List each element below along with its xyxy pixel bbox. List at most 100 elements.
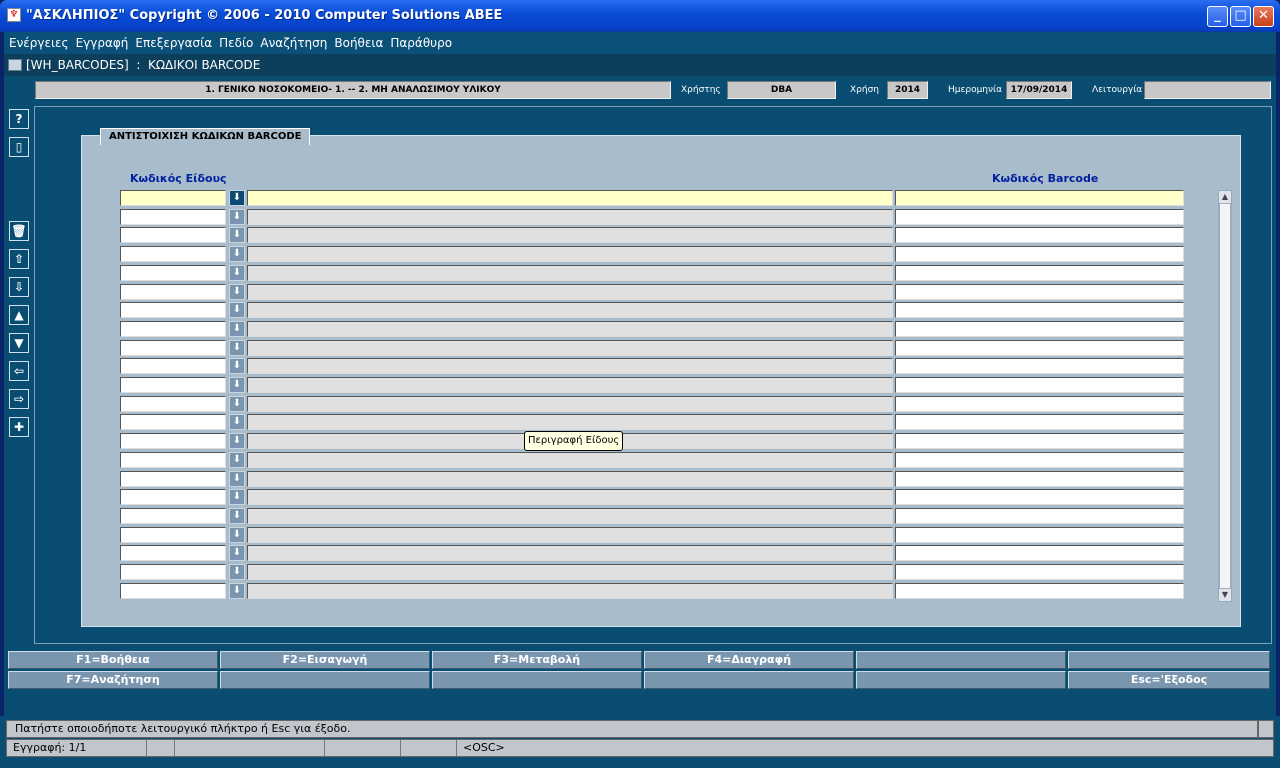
- item-code-input[interactable]: [120, 264, 226, 281]
- item-code-input[interactable]: [120, 451, 226, 468]
- first-record-icon[interactable]: ⇧: [9, 249, 29, 269]
- vertical-scrollbar[interactable]: ▲ ▼: [1218, 190, 1232, 602]
- lov-arrow-icon[interactable]: ⬇: [229, 227, 245, 244]
- item-code-input[interactable]: [120, 377, 226, 393]
- lov-arrow-icon[interactable]: ⬇: [229, 433, 245, 450]
- barcode-input[interactable]: [895, 358, 1184, 375]
- help-icon[interactable]: ?: [9, 109, 29, 129]
- barcode-input[interactable]: [895, 227, 1184, 244]
- item-description-field[interactable]: [247, 246, 893, 263]
- title-bar[interactable]: ♆ "ΑΣΚΛΗΠΙΟΣ" Copyright © 2006 - 2010 Co…: [0, 0, 1280, 32]
- item-code-input[interactable]: [120, 545, 226, 562]
- lov-arrow-icon[interactable]: ⬇: [229, 470, 245, 487]
- scroll-thumb[interactable]: [1219, 203, 1231, 589]
- item-description-field[interactable]: [247, 414, 893, 431]
- barcode-input[interactable]: [895, 564, 1184, 580]
- menu-help[interactable]: Βοήθεια: [332, 32, 385, 54]
- item-code-input[interactable]: [120, 283, 226, 300]
- item-description-field[interactable]: [247, 264, 893, 281]
- barcode-input[interactable]: [895, 526, 1184, 543]
- lov-arrow-icon[interactable]: ⬇: [229, 190, 245, 206]
- item-code-input[interactable]: [120, 208, 226, 225]
- barcode-input[interactable]: [895, 395, 1184, 412]
- close-button[interactable]: ✕: [1253, 6, 1274, 27]
- menu-field[interactable]: Πεδίο: [217, 32, 255, 54]
- maximize-button[interactable]: □: [1230, 6, 1251, 27]
- minimize-button[interactable]: _: [1207, 6, 1228, 27]
- item-description-field[interactable]: [247, 507, 893, 524]
- item-code-input[interactable]: [120, 320, 226, 337]
- function-key-empty-6[interactable]: [856, 671, 1066, 689]
- barcode-input[interactable]: [895, 339, 1184, 356]
- f1-help-button[interactable]: F1=Βοήθεια: [8, 651, 218, 669]
- item-code-input[interactable]: [120, 470, 226, 487]
- lov-arrow-icon[interactable]: ⬇: [229, 283, 245, 300]
- barcode-input[interactable]: [895, 302, 1184, 319]
- info-icon[interactable]: ▯: [9, 137, 29, 157]
- barcode-input[interactable]: [895, 246, 1184, 263]
- item-description-field[interactable]: [247, 283, 893, 300]
- item-description-field[interactable]: [247, 208, 893, 225]
- item-code-input[interactable]: [120, 526, 226, 543]
- item-description-field[interactable]: [247, 302, 893, 319]
- item-code-input[interactable]: [120, 433, 226, 450]
- menu-edit[interactable]: Επεξεργασία: [133, 32, 214, 54]
- item-description-field[interactable]: [247, 470, 893, 487]
- lov-arrow-icon[interactable]: ⬇: [229, 320, 245, 337]
- barcode-input[interactable]: [895, 489, 1184, 506]
- barcode-input[interactable]: [895, 190, 1184, 206]
- barcode-input[interactable]: [895, 507, 1184, 524]
- insert-icon[interactable]: ✚: [9, 417, 29, 437]
- item-code-input[interactable]: [120, 489, 226, 506]
- barcode-input[interactable]: [895, 545, 1184, 562]
- item-description-field[interactable]: [247, 358, 893, 375]
- esc-exit-button[interactable]: Esc='Εξοδος: [1068, 671, 1270, 689]
- item-code-input[interactable]: [120, 582, 226, 599]
- lov-arrow-icon[interactable]: ⬇: [229, 395, 245, 412]
- lov-arrow-icon[interactable]: ⬇: [229, 414, 245, 431]
- item-description-field[interactable]: [247, 320, 893, 337]
- delete-icon[interactable]: 🗑: [9, 221, 29, 241]
- item-description-field[interactable]: [247, 564, 893, 580]
- item-code-input[interactable]: [120, 190, 226, 206]
- item-code-input[interactable]: [120, 302, 226, 319]
- item-description-field[interactable]: [247, 395, 893, 412]
- item-description-field[interactable]: [247, 227, 893, 244]
- previous-record-icon[interactable]: ▲: [9, 305, 29, 325]
- barcode-input[interactable]: [895, 433, 1184, 450]
- item-description-field[interactable]: [247, 582, 893, 599]
- lov-arrow-icon[interactable]: ⬇: [229, 451, 245, 468]
- item-code-input[interactable]: [120, 414, 226, 431]
- lov-arrow-icon[interactable]: ⬇: [229, 302, 245, 319]
- item-code-input[interactable]: [120, 227, 226, 244]
- f3-modify-button[interactable]: F3=Μεταβολή: [432, 651, 642, 669]
- menu-window[interactable]: Παράθυρο: [388, 32, 454, 54]
- barcode-input[interactable]: [895, 377, 1184, 393]
- function-key-empty-1[interactable]: [856, 651, 1066, 669]
- barcode-input[interactable]: [895, 414, 1184, 431]
- barcode-input[interactable]: [895, 283, 1184, 300]
- scroll-down-icon[interactable]: ▼: [1219, 589, 1231, 601]
- function-key-empty-4[interactable]: [432, 671, 642, 689]
- lov-arrow-icon[interactable]: ⬇: [229, 582, 245, 599]
- menu-actions[interactable]: Ενέργειες: [7, 32, 71, 54]
- item-code-input[interactable]: [120, 564, 226, 580]
- function-key-empty-5[interactable]: [644, 671, 854, 689]
- item-code-input[interactable]: [120, 507, 226, 524]
- item-code-input[interactable]: [120, 358, 226, 375]
- menu-record[interactable]: Εγγραφή: [74, 32, 131, 54]
- lov-arrow-icon[interactable]: ⬇: [229, 246, 245, 263]
- menu-search[interactable]: Αναζήτηση: [258, 32, 329, 54]
- barcode-input[interactable]: [895, 582, 1184, 599]
- lov-arrow-icon[interactable]: ⬇: [229, 339, 245, 356]
- item-description-field[interactable]: [247, 190, 893, 206]
- next-record-icon[interactable]: ▼: [9, 333, 29, 353]
- lov-arrow-icon[interactable]: ⬇: [229, 545, 245, 562]
- f4-delete-button[interactable]: F4=Διαγραφή: [644, 651, 854, 669]
- barcode-input[interactable]: [895, 320, 1184, 337]
- lov-arrow-icon[interactable]: ⬇: [229, 526, 245, 543]
- lov-arrow-icon[interactable]: ⬇: [229, 489, 245, 506]
- item-description-field[interactable]: [247, 451, 893, 468]
- item-description-field[interactable]: [247, 526, 893, 543]
- function-key-empty-2[interactable]: [1068, 651, 1270, 669]
